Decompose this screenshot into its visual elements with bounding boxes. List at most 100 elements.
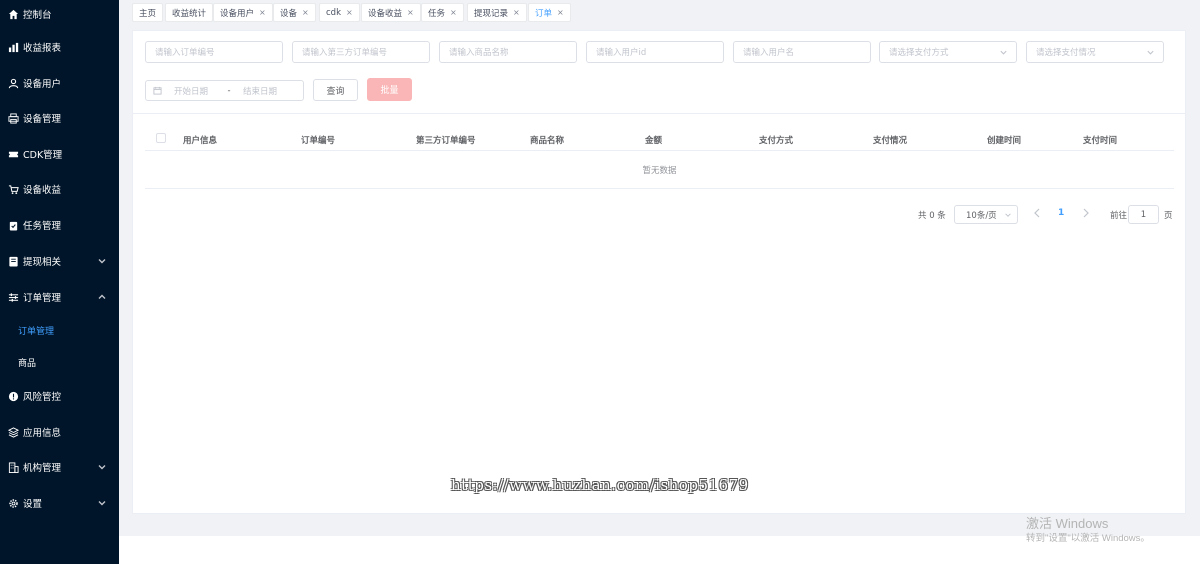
tag-label: 设备	[280, 8, 298, 19]
batch-button[interactable]: 批量	[367, 78, 412, 101]
tag-orders[interactable]: 订单 ×	[528, 3, 571, 22]
sidebar-item-label: 设置	[23, 499, 43, 510]
tag-label: 提现记录	[474, 8, 509, 19]
sidebar-item-settings[interactable]: 设置	[0, 489, 119, 517]
wallet-icon	[7, 255, 19, 267]
sidebar-item-label: 订单管理	[23, 293, 62, 304]
pay-method-select[interactable]: 请选择支付方式	[879, 41, 1017, 63]
tag-label: cdk	[326, 7, 341, 18]
gear-icon	[7, 497, 19, 509]
bar-chart-icon	[7, 41, 19, 53]
pay-method-placeholder: 请选择支付方式	[889, 48, 949, 58]
date-separator: -	[227, 85, 231, 96]
sidebar-item-label: 提现相关	[23, 257, 62, 268]
sidebar-item-label: 机构管理	[23, 463, 62, 474]
page-number-current[interactable]: 1	[1058, 208, 1064, 218]
tag-bar: 主页 收益统计 设备用户 × 设备 × cdk × 设备收益 × 任务 × 提现记录 × 订…	[119, 0, 1200, 25]
close-icon[interactable]: ×	[259, 8, 266, 17]
order-no-input[interactable]: 请输入订单编号	[145, 41, 283, 63]
sidebar-item-label: 设备收益	[23, 185, 62, 196]
sidebar-subitem-products[interactable]: 商品	[0, 349, 119, 375]
select-all-checkbox[interactable]	[156, 133, 166, 143]
tag-device-users[interactable]: 设备用户 ×	[213, 3, 273, 22]
activate-windows-subtitle: 转到"设置"以激活 Windows。	[1026, 533, 1150, 544]
page-jump-input[interactable]: 1	[1128, 205, 1159, 224]
tag-label: 设备收益	[368, 8, 403, 19]
chevron-down-icon	[97, 498, 107, 508]
sidebar-item-device-management[interactable]: 设备管理	[0, 104, 119, 132]
end-date-input[interactable]: 结束日期	[243, 85, 277, 97]
printer-icon	[7, 112, 19, 124]
chevron-down-icon	[1146, 48, 1155, 57]
divider	[133, 113, 1185, 114]
close-icon[interactable]: ×	[302, 8, 309, 17]
sidebar-item-label: 应用信息	[23, 428, 62, 439]
close-icon[interactable]: ×	[346, 8, 353, 17]
column-header: 用户信息	[183, 136, 218, 146]
chevron-down-icon	[97, 462, 107, 472]
page-size-select[interactable]: 10条/页	[954, 205, 1018, 224]
sidebar-item-app-info[interactable]: 应用信息	[0, 418, 119, 446]
clipboard-icon	[7, 219, 19, 231]
column-header: 支付情况	[873, 136, 908, 146]
building-icon	[7, 461, 19, 473]
column-header: 金额	[645, 136, 663, 146]
product-name-input[interactable]: 请输入商品名称	[439, 41, 577, 63]
tag-revenue-stats[interactable]: 收益统计	[165, 3, 214, 22]
close-icon[interactable]: ×	[513, 8, 520, 17]
chevron-down-icon	[97, 256, 107, 266]
sidebar-item-device-users[interactable]: 设备用户	[0, 69, 119, 97]
sidebar-subitem-order-management[interactable]: 订单管理	[0, 317, 119, 343]
app-icon	[7, 426, 19, 438]
close-icon[interactable]: ×	[557, 8, 564, 17]
column-header: 支付方式	[759, 136, 794, 146]
pay-status-select[interactable]: 请选择支付情况	[1026, 41, 1164, 63]
tag-label: 主页	[139, 8, 157, 19]
cart-icon	[7, 183, 19, 195]
sidebar-item-device-revenue[interactable]: 设备收益	[0, 175, 119, 203]
sidebar-item-revenue-report[interactable]: 收益报表	[0, 33, 119, 61]
sidebar-item-label: 设备管理	[23, 114, 62, 125]
tag-label: 收益统计	[172, 8, 207, 19]
watermark-text: https://www.huzhan.com/ishop51679	[451, 476, 749, 494]
date-range-picker[interactable]: 开始日期 - 结束日期	[145, 80, 304, 101]
sidebar-item-withdrawal[interactable]: 提现相关	[0, 247, 119, 275]
tag-home[interactable]: 主页	[132, 3, 164, 22]
tag-label: 任务	[428, 8, 446, 19]
tag-withdrawal-records[interactable]: 提现记录 ×	[467, 3, 527, 22]
sidebar-item-order-management[interactable]: 订单管理	[0, 283, 119, 311]
sidebar-item-label: 风险管控	[23, 392, 62, 403]
sidebar-item-risk-control[interactable]: 风险管控	[0, 382, 119, 410]
sidebar: 控制台 收益报表 设备用户 设备管理 CDK管理 设备收益 任务管理 提现相关 …	[0, 0, 119, 564]
sidebar-item-label: 收益报表	[23, 43, 62, 54]
close-icon[interactable]: ×	[407, 8, 414, 17]
third-order-no-input[interactable]: 请输入第三方订单编号	[292, 41, 430, 63]
ticket-icon	[7, 148, 19, 160]
column-header: 创建时间	[987, 136, 1022, 146]
tag-label: 设备用户	[220, 8, 255, 19]
calendar-icon	[153, 86, 162, 95]
user-id-input[interactable]: 请输入用户id	[586, 41, 724, 63]
start-date-input[interactable]: 开始日期	[174, 85, 219, 97]
sidebar-item-label: 任务管理	[23, 221, 62, 232]
close-icon[interactable]: ×	[450, 8, 457, 17]
sidebar-item-task-management[interactable]: 任务管理	[0, 211, 119, 239]
query-button[interactable]: 查询	[313, 79, 358, 101]
prev-page-button[interactable]	[1033, 208, 1043, 220]
tag-device-revenue[interactable]: 设备收益 ×	[361, 3, 421, 22]
column-header: 订单编号	[301, 136, 336, 146]
tag-device[interactable]: 设备 ×	[273, 3, 316, 22]
sidebar-item-label: CDK管理	[23, 150, 63, 161]
tag-cdk[interactable]: cdk ×	[319, 3, 360, 22]
pay-status-placeholder: 请选择支付情况	[1036, 48, 1096, 58]
username-input[interactable]: 请输入用户名	[733, 41, 871, 63]
column-header: 支付时间	[1083, 136, 1118, 146]
next-page-button[interactable]	[1082, 208, 1092, 220]
alert-icon	[7, 390, 19, 402]
tag-tasks[interactable]: 任务 ×	[421, 3, 464, 22]
order-card: 请输入订单编号 请输入第三方订单编号 请输入商品名称 请输入用户id 请输入用户…	[132, 30, 1186, 514]
page-unit-label: 页	[1164, 211, 1173, 221]
sidebar-item-org-management[interactable]: 机构管理	[0, 453, 119, 481]
sidebar-item-dashboard[interactable]: 控制台	[0, 0, 119, 28]
sidebar-item-cdk-management[interactable]: CDK管理	[0, 140, 119, 168]
